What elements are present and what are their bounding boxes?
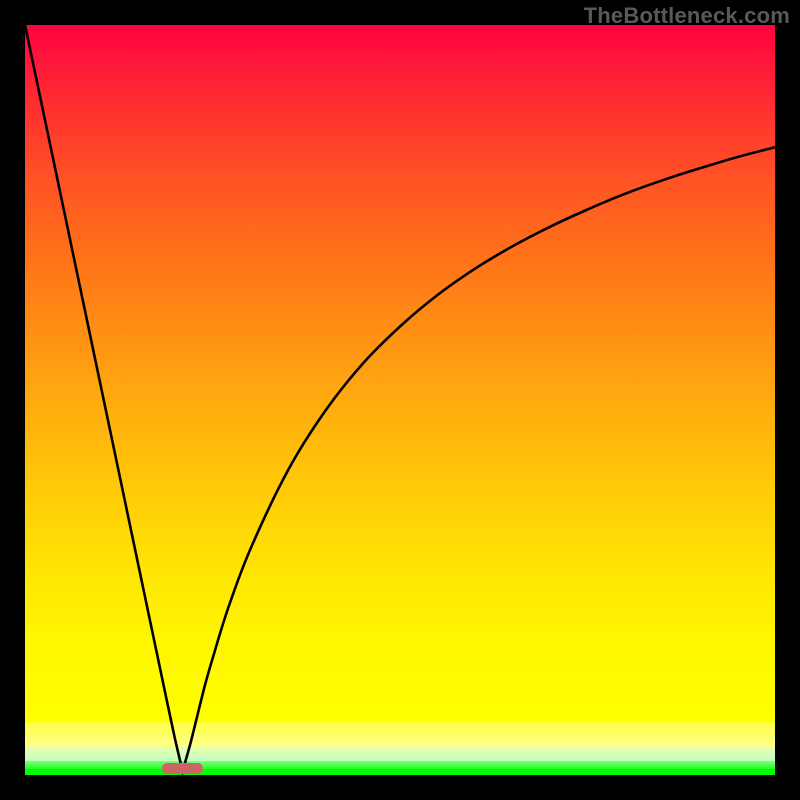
background-gradient: [25, 25, 775, 722]
background-band-green: [25, 769, 775, 775]
background-band-lightgreen: [25, 747, 775, 761]
plot-area: [25, 25, 775, 775]
minimum-marker: [162, 763, 203, 774]
background-band-yellow: [25, 722, 775, 747]
background-band-paler-green: [25, 761, 775, 769]
chart-frame: [0, 0, 800, 800]
chart-root: TheBottleneck.com: [0, 0, 800, 800]
